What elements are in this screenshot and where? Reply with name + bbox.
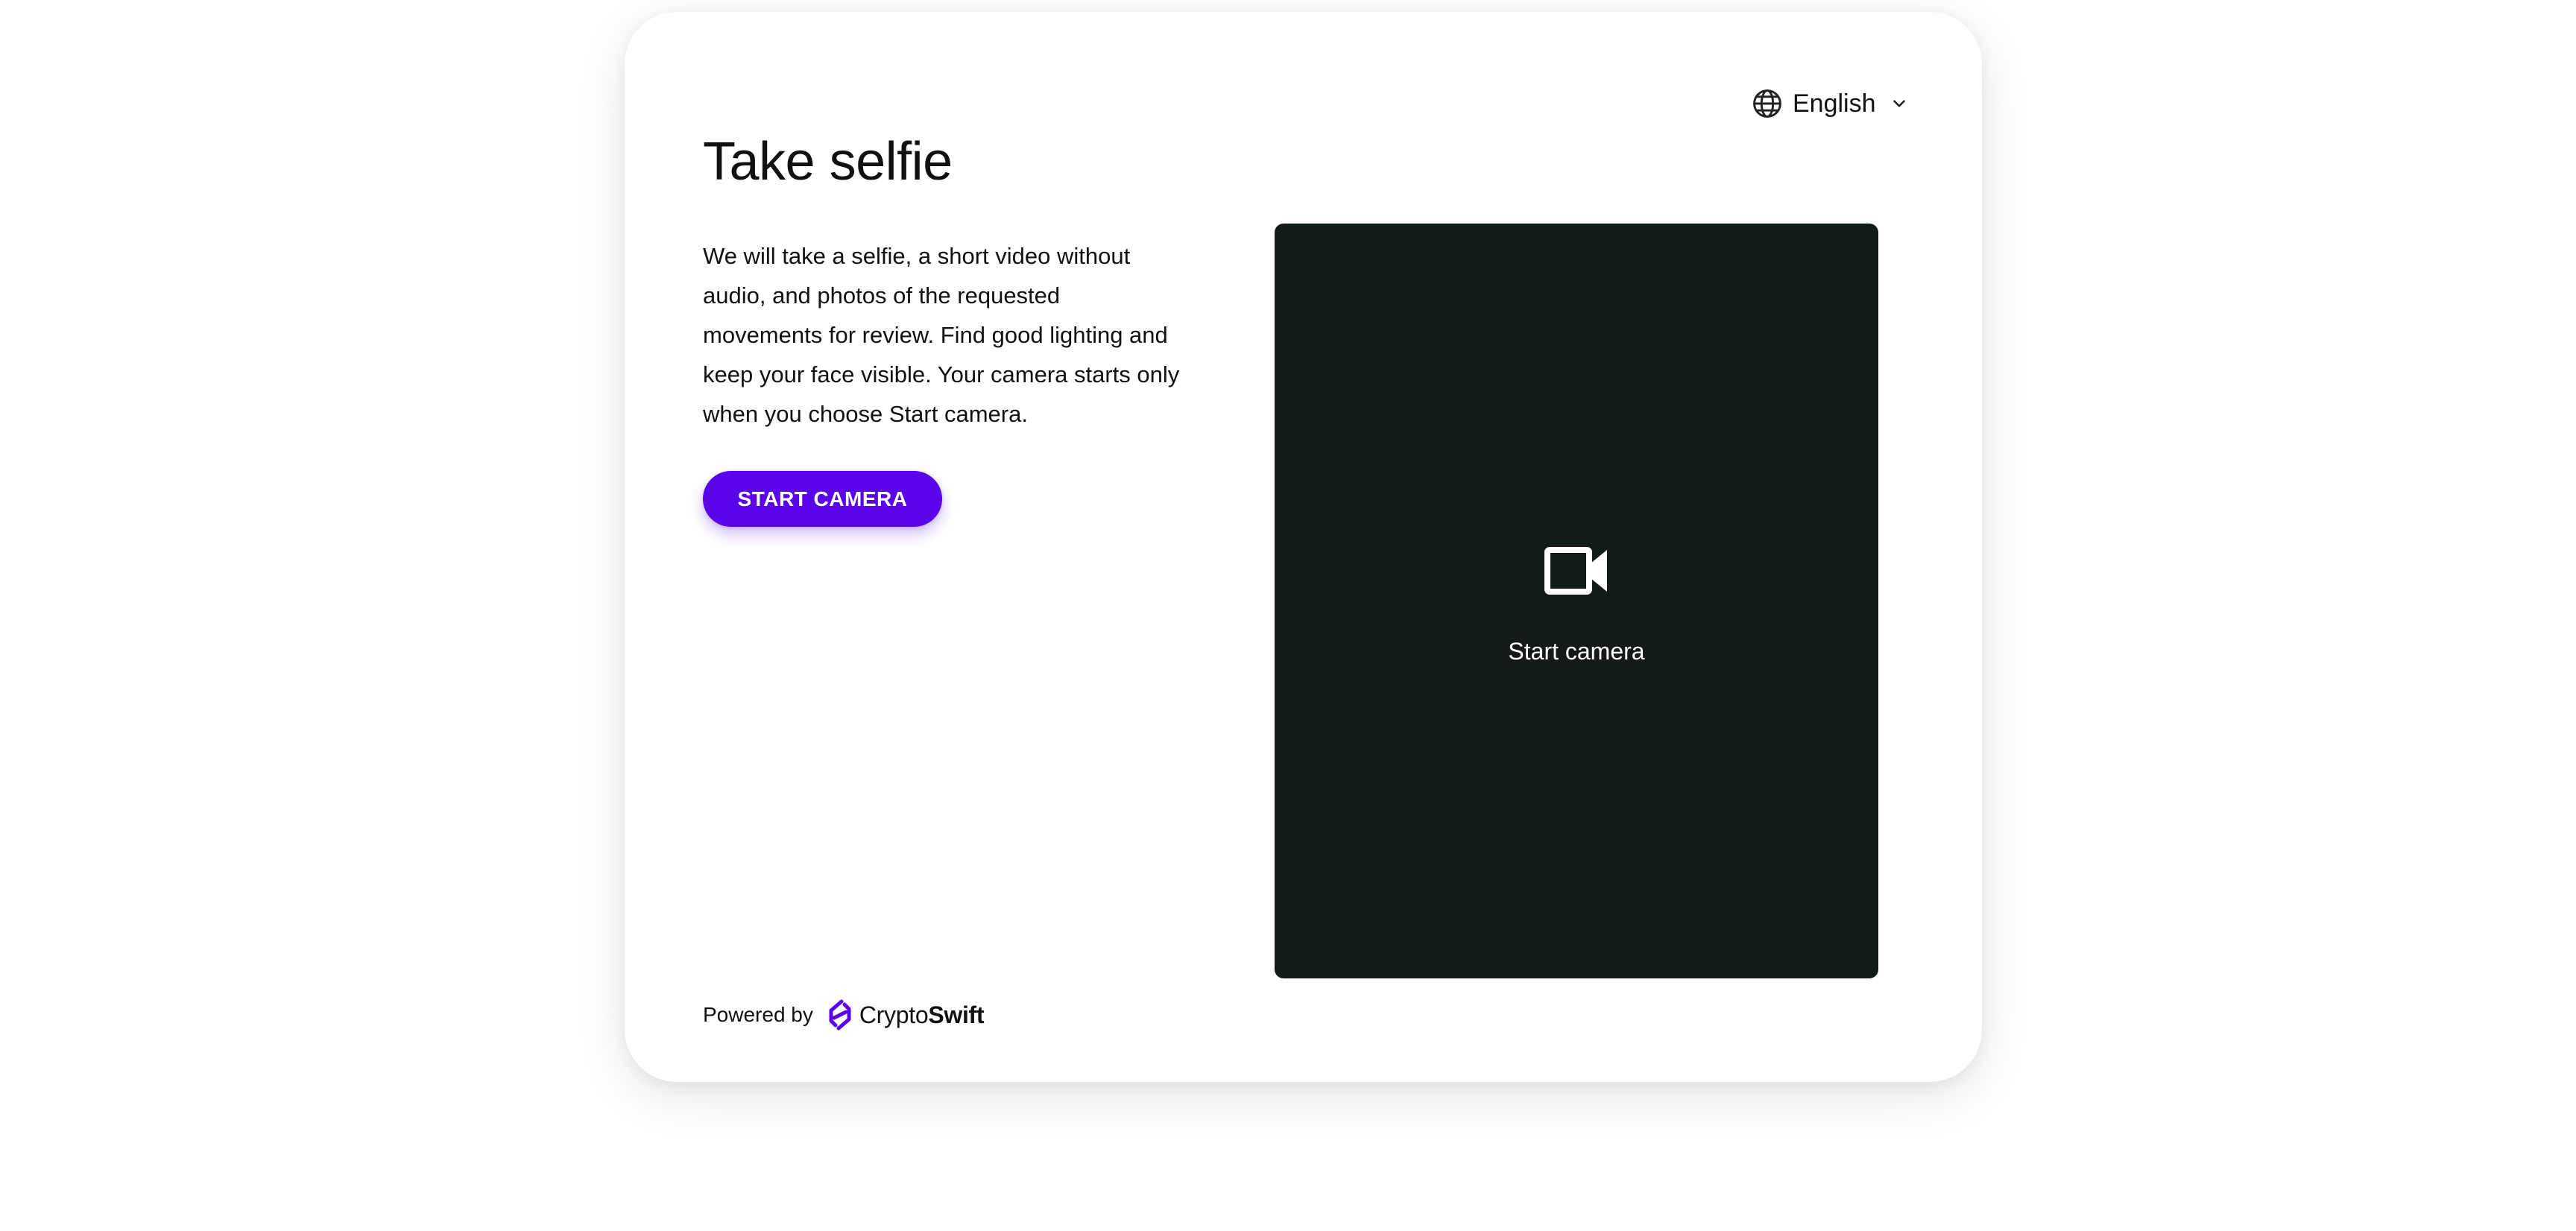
brand-name-bold: Swift	[928, 1001, 985, 1028]
language-selector[interactable]: English	[1751, 81, 1909, 126]
brand-name-regular: Crypto	[859, 1001, 929, 1028]
powered-by-footer: Powered by CryptoSwift	[703, 997, 985, 1033]
start-camera-button[interactable]: START CAMERA	[703, 471, 942, 527]
cryptoswift-logo-icon	[829, 999, 851, 1031]
language-label: English	[1793, 89, 1876, 118]
page-title: Take selfie	[703, 132, 953, 192]
chevron-down-icon	[1892, 100, 1905, 107]
selfie-card: English Take selfie We will take a selfi…	[625, 12, 1982, 1082]
instructions-text: We will take a selfie, a short video wit…	[703, 243, 1180, 427]
camera-preview[interactable]: Start camera	[1275, 224, 1878, 978]
video-camera-icon	[1544, 547, 1607, 595]
camera-preview-label: Start camera	[1508, 638, 1645, 665]
powered-by-text: Powered by	[703, 1003, 813, 1026]
globe-icon	[1753, 89, 1781, 118]
brand-name: CryptoSwift	[859, 1001, 985, 1029]
